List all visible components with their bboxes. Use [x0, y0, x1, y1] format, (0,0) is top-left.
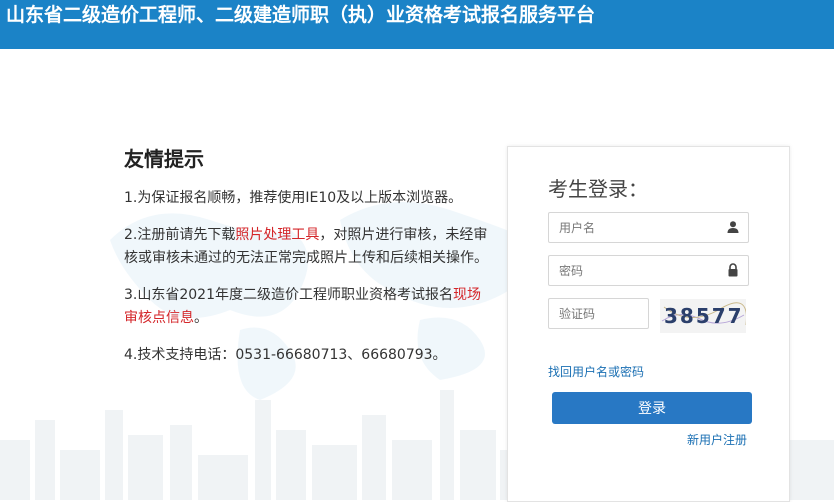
- login-button[interactable]: 登录: [552, 392, 752, 424]
- photo-tool-link[interactable]: 照片处理工具: [235, 227, 319, 243]
- tip-item-3: 3.山东省2021年度二级造价工程师职业资格考试报名现场审核点信息。: [124, 284, 494, 330]
- register-link[interactable]: 新用户注册: [687, 431, 747, 448]
- tips-title: 友情提示: [124, 147, 204, 171]
- login-title: 考生登录：: [548, 177, 648, 201]
- password-input[interactable]: [559, 256, 719, 285]
- tip-text: 。: [194, 310, 208, 326]
- login-panel: 考生登录： 38577 找回用户名或密码 登录 新用户注册: [507, 146, 790, 502]
- user-icon: [727, 221, 739, 233]
- tip-text: 2.注册前请先下载: [124, 227, 236, 243]
- username-input[interactable]: [559, 213, 719, 242]
- captcha-input[interactable]: [559, 299, 639, 328]
- forgot-link[interactable]: 找回用户名或密码: [548, 363, 644, 380]
- tip-text: 1.为保证报名顺畅，推荐使用IE10及以上版本浏览器。: [124, 190, 463, 206]
- username-field[interactable]: [548, 212, 749, 243]
- tip-item-2: 2.注册前请先下载照片处理工具，对照片进行审核，未经审核或审核未通过的无法正常完…: [124, 224, 494, 270]
- tip-item-4: 4.技术支持电话：0531-66680713、66680793。: [124, 344, 494, 367]
- site-title: 山东省二级造价工程师、二级建造师职（执）业资格考试报名服务平台: [6, 4, 596, 26]
- lock-icon: [728, 263, 738, 277]
- tip-item-1: 1.为保证报名顺畅，推荐使用IE10及以上版本浏览器。: [124, 187, 494, 210]
- tip-text: 3.山东省2021年度二级造价工程师职业资格考试报名: [124, 287, 453, 303]
- header-bar: 山东省二级造价工程师、二级建造师职（执）业资格考试报名服务平台: [0, 0, 834, 49]
- password-field[interactable]: [548, 255, 749, 286]
- captcha-code: 38577: [664, 304, 744, 328]
- tip-text: 4.技术支持电话：0531-66680713、66680793。: [124, 347, 447, 363]
- captcha-field[interactable]: [548, 298, 649, 329]
- captcha-image[interactable]: 38577: [660, 299, 746, 333]
- tips-panel: 友情提示 1.为保证报名顺畅，推荐使用IE10及以上版本浏览器。 2.注册前请先…: [124, 143, 494, 381]
